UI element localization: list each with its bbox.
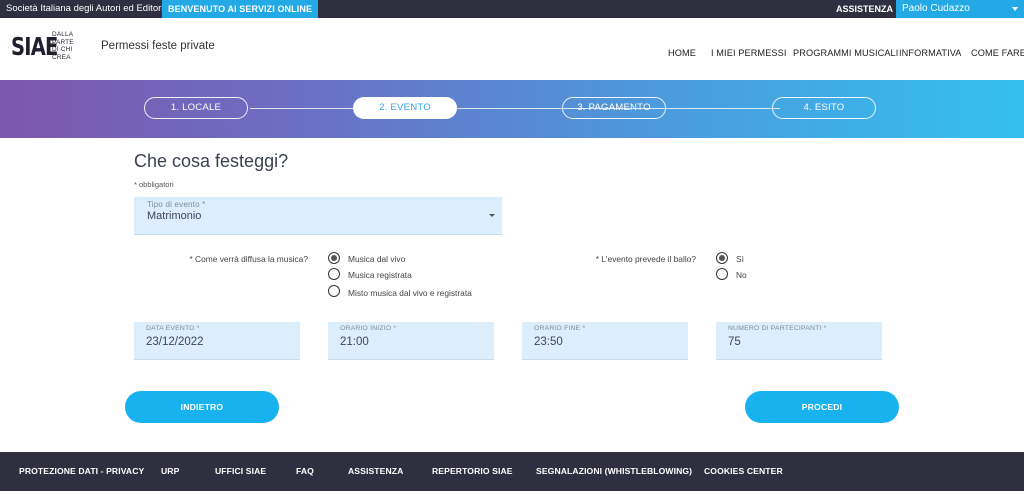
- event-type-select[interactable]: Tipo di evento * Matrimonio: [134, 197, 502, 235]
- start-time-field[interactable]: ORARIO INIZIO * 21:00: [328, 322, 494, 360]
- event-type-value: Matrimonio: [147, 210, 202, 222]
- footer-link-assistance[interactable]: ASSISTENZA: [348, 466, 403, 476]
- start-time-value: 21:00: [340, 336, 369, 348]
- radio-live-music[interactable]: [328, 252, 340, 264]
- radio-dance-yes-label: Sì: [736, 254, 744, 264]
- start-time-label: ORARIO INIZIO *: [340, 325, 397, 332]
- nav-home[interactable]: HOME: [668, 48, 696, 58]
- participants-field[interactable]: NUMERO DI PARTECIPANTI * 75: [716, 322, 882, 360]
- nav-information[interactable]: INFORMATIVA: [899, 48, 962, 58]
- participants-value: 75: [728, 336, 741, 348]
- end-time-label: ORARIO FINE *: [534, 325, 586, 332]
- header: SIAE DALLA PARTE DI CHI CREA Permessi fe…: [0, 18, 1024, 80]
- footer: PROTEZIONE DATI - PRIVACY URP UFFICI SIA…: [0, 452, 1024, 491]
- radio-dance-yes[interactable]: [716, 252, 728, 264]
- footer-link-privacy[interactable]: PROTEZIONE DATI - PRIVACY: [19, 466, 144, 476]
- assistance-link[interactable]: ASSISTENZA: [836, 4, 893, 14]
- steps-connector: [250, 108, 780, 109]
- music-question-label: * Come verrà diffusa la musica?: [189, 254, 308, 264]
- dance-question-label: * L'evento prevede il ballo?: [595, 254, 696, 264]
- nav-my-permits[interactable]: I MIEI PERMESSI: [711, 48, 787, 58]
- end-time-field[interactable]: ORARIO FINE * 23:50: [522, 322, 688, 360]
- page-subtitle: Permessi feste private: [101, 40, 215, 52]
- chevron-down-icon: [1012, 7, 1018, 11]
- footer-link-repertoire[interactable]: REPERTORIO SIAE: [432, 466, 513, 476]
- footer-link-urp[interactable]: URP: [161, 466, 179, 476]
- org-name: Società Italiana degli Autori ed Editori: [6, 3, 164, 14]
- end-time-value: 23:50: [534, 336, 563, 348]
- radio-recorded-music[interactable]: [328, 268, 340, 280]
- step-evento[interactable]: 2. EVENTO: [353, 97, 457, 119]
- event-date-label: DATA EVENTO *: [146, 325, 200, 332]
- welcome-badge: BENVENUTO AI SERVIZI ONLINE: [162, 0, 319, 18]
- step-pagamento[interactable]: 3. PAGAMENTO: [562, 97, 666, 119]
- event-date-field[interactable]: DATA EVENTO * 23/12/2022: [134, 322, 300, 360]
- radio-recorded-music-label: Musica registrata: [348, 270, 412, 280]
- page-title: Che cosa festeggi?: [134, 151, 289, 171]
- nav-how-to[interactable]: COME FARE: [971, 48, 1024, 58]
- radio-mixed-music-label: Misto musica dal vivo e registrata: [348, 288, 472, 298]
- logo-tagline: DALLA PARTE DI CHI CREA: [52, 31, 74, 61]
- chevron-down-icon: [489, 214, 495, 217]
- proceed-button[interactable]: PROCEDI: [745, 391, 899, 423]
- step-locale[interactable]: 1. LOCALE: [144, 97, 248, 119]
- radio-live-music-label: Musica dal vivo: [348, 254, 406, 264]
- radio-mixed-music[interactable]: [328, 285, 340, 297]
- footer-link-offices[interactable]: UFFICI SIAE: [215, 466, 266, 476]
- steps-band: 1. LOCALE 2. EVENTO 3. PAGAMENTO 4. ESIT…: [0, 80, 1024, 138]
- back-button[interactable]: INDIETRO: [125, 391, 279, 423]
- user-menu[interactable]: Paolo Cudazzo: [896, 0, 1024, 18]
- user-name: Paolo Cudazzo: [902, 3, 970, 14]
- logo-wordmark: SIAE: [11, 32, 58, 61]
- event-type-label: Tipo di evento *: [147, 200, 206, 209]
- step-esito[interactable]: 4. ESITO: [772, 97, 876, 119]
- top-bar: Società Italiana degli Autori ed Editori…: [0, 0, 1024, 18]
- radio-dance-no-label: No: [736, 270, 747, 280]
- event-date-value: 23/12/2022: [146, 336, 204, 348]
- participants-label: NUMERO DI PARTECIPANTI *: [728, 325, 827, 332]
- footer-link-faq[interactable]: FAQ: [296, 466, 314, 476]
- required-note: * obbligatori: [134, 180, 174, 189]
- footer-link-whistleblowing[interactable]: SEGNALAZIONI (WHISTLEBLOWING): [536, 466, 692, 476]
- nav-music-programs[interactable]: PROGRAMMI MUSICALI: [793, 48, 898, 58]
- footer-link-cookies[interactable]: COOKIES CENTER: [704, 466, 783, 476]
- radio-dance-no[interactable]: [716, 268, 728, 280]
